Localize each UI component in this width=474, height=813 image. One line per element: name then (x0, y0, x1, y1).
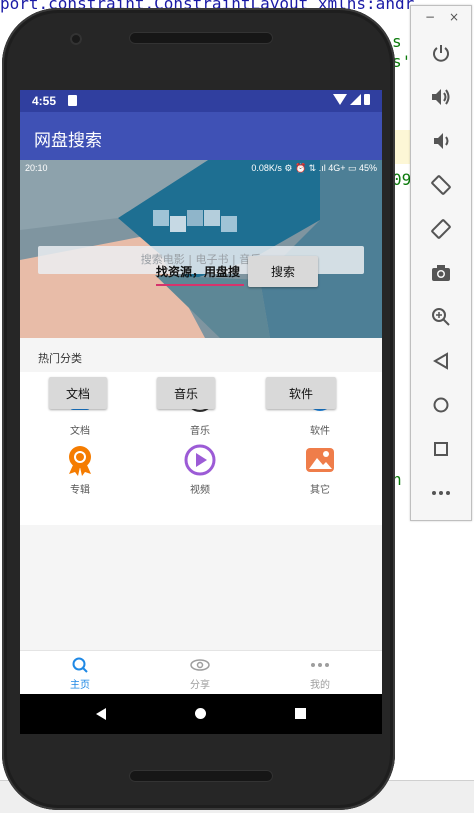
back-triangle-icon[interactable] (426, 346, 456, 376)
emulator-control-panel: − × (410, 5, 472, 521)
blurred-logo-pixel (221, 216, 237, 232)
rotate-right-icon[interactable] (426, 214, 456, 244)
blurred-logo-pixel (204, 210, 220, 226)
category-video[interactable]: 视频 (140, 444, 260, 514)
volume-up-icon[interactable] (426, 82, 456, 112)
home-circle-icon[interactable] (426, 390, 456, 420)
category-album[interactable]: 专辑 (20, 444, 140, 514)
category-label: 视频 (190, 485, 210, 496)
category-label: 专辑 (70, 485, 90, 496)
overview-square-icon[interactable] (426, 434, 456, 464)
category-label: 其它 (310, 485, 330, 496)
category-other[interactable]: 其它 (260, 444, 380, 514)
battery-icon (364, 94, 370, 105)
more-icon[interactable] (426, 478, 456, 508)
banner-image: 20:10 0.08K/s ⚙ ⏰ ⇅ .ıl 4G+ ▭ 45% 搜索电影 |… (20, 160, 382, 338)
blurred-logo-pixel (170, 216, 186, 232)
front-camera (70, 33, 82, 45)
album-badge-icon (69, 446, 91, 476)
software-button[interactable]: 软件 (266, 377, 336, 409)
music-button[interactable]: 音乐 (157, 377, 215, 409)
status-bar: 4:55 (20, 90, 382, 112)
hot-category-header: 热门分类 (20, 338, 382, 372)
camera-icon[interactable] (426, 258, 456, 288)
slogan-underline (156, 284, 244, 286)
top-speaker (129, 32, 273, 44)
bottom-speaker (129, 770, 273, 782)
more-dots-icon (311, 663, 329, 667)
nav-item-home[interactable]: 主页 (20, 651, 140, 695)
sd-card-icon (68, 95, 77, 106)
document-button[interactable]: 文档 (49, 377, 107, 409)
zoom-icon[interactable] (426, 302, 456, 332)
close-button[interactable]: × (449, 10, 459, 24)
phone-frame: 4:55 网盘搜索 20:10 0.08K/s ⚙ ⏰ ⇅ .ıl 4G+ ▭ … (2, 8, 395, 810)
category-label: 音乐 (190, 426, 210, 437)
home-icon[interactable] (195, 708, 206, 719)
blurred-logo-pixel (153, 210, 169, 226)
power-icon[interactable] (426, 38, 456, 68)
volume-down-icon[interactable] (426, 126, 456, 156)
signal-icon (350, 94, 361, 105)
inner-status-icons: 0.08K/s ⚙ ⏰ ⇅ .ıl 4G+ ▭ 45% (251, 163, 377, 173)
inner-time: 20:10 (25, 163, 48, 173)
video-play-icon (184, 444, 216, 476)
image-other-icon (306, 448, 334, 472)
eye-icon (190, 659, 210, 671)
device-screen: 4:55 网盘搜索 20:10 0.08K/s ⚙ ⏰ ⇅ .ıl 4G+ ▭ … (20, 90, 382, 734)
hot-category-label: 热门分类 (38, 352, 82, 365)
minimize-button[interactable]: − (425, 10, 435, 24)
nav-label: 分享 (190, 680, 210, 691)
inner-status-bar: 20:10 0.08K/s ⚙ ⏰ ⇅ .ıl 4G+ ▭ 45% (20, 160, 382, 176)
category-grid: 文档 音乐 软件 文档 音乐 软件 专辑 视频 其它 (20, 372, 382, 525)
android-navigation-bar (20, 694, 382, 734)
back-icon[interactable] (96, 708, 106, 720)
banner-slogan: 找资源，用盘搜 (156, 265, 241, 279)
blurred-logo-pixel (187, 210, 203, 226)
app-toolbar: 网盘搜索 (20, 112, 382, 160)
code-fragment: s (392, 32, 402, 51)
search-icon (72, 657, 88, 673)
category-label: 文档 (70, 426, 90, 437)
nav-label: 我的 (310, 680, 330, 691)
category-label: 软件 (310, 426, 330, 437)
app-title: 网盘搜索 (34, 131, 102, 151)
wifi-icon (333, 94, 347, 105)
nav-label: 主页 (70, 680, 90, 691)
nav-item-share[interactable]: 分享 (140, 651, 260, 695)
bottom-navigation: 主页 分享 我的 (20, 650, 382, 695)
status-time: 4:55 (32, 94, 57, 108)
nav-item-mine[interactable]: 我的 (260, 651, 380, 695)
rotate-left-icon[interactable] (426, 170, 456, 200)
search-button[interactable]: 搜索 (248, 256, 318, 287)
recents-icon[interactable] (295, 708, 306, 719)
